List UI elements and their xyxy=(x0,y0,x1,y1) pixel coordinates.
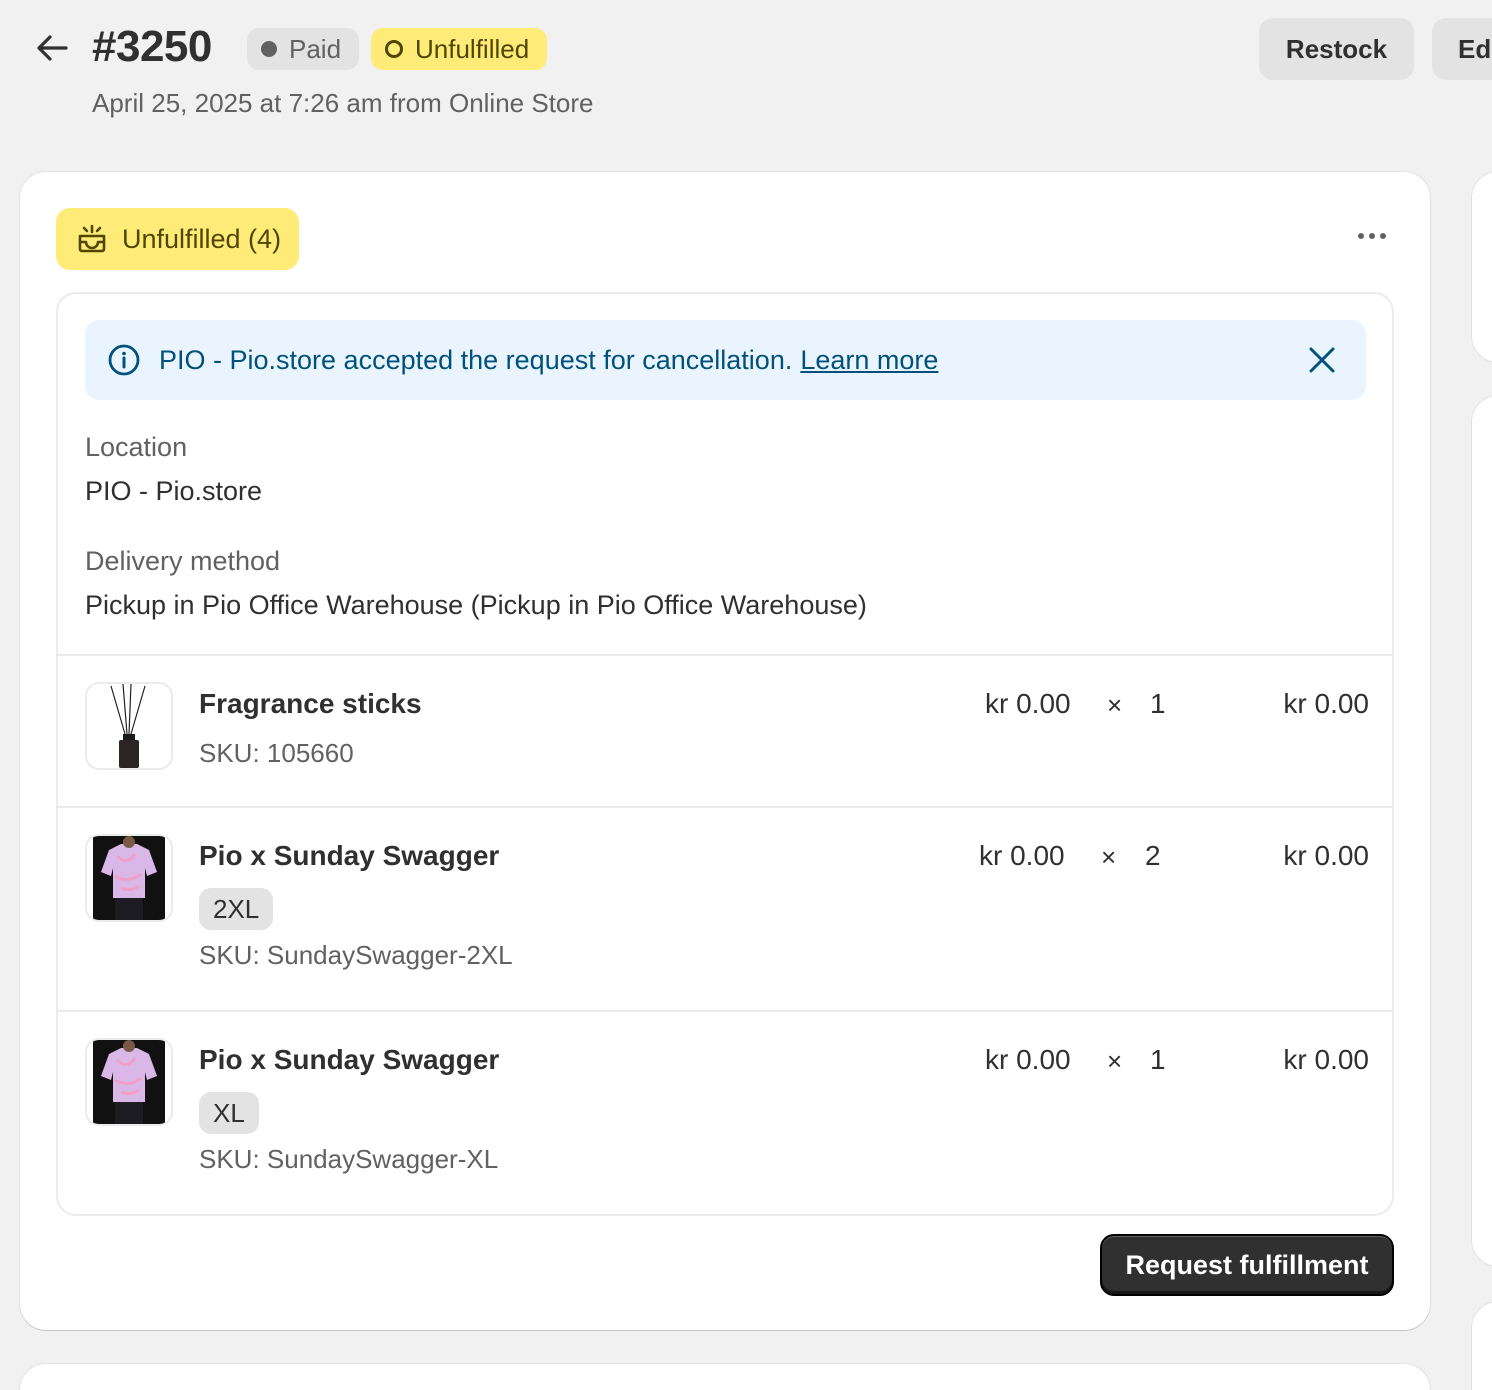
more-horizontal-icon-dot xyxy=(1369,233,1375,239)
delivery-method-value: Pickup in Pio Office Warehouse (Pickup i… xyxy=(85,590,867,620)
banner-text: PIO - Pio.store accepted the request for… xyxy=(159,345,938,376)
order-subtitle: April 25, 2025 at 7:26 am from Online St… xyxy=(92,88,594,118)
order-page: #3250 Paid Unfulfilled April 25, 2025 at… xyxy=(0,0,1492,1390)
multiply-sign: × xyxy=(1101,842,1117,872)
learn-more-link[interactable]: Learn more xyxy=(800,345,938,375)
request-fulfillment-button[interactable]: Request fulfillment xyxy=(1100,1234,1394,1296)
multiply-sign: × xyxy=(1107,1046,1123,1076)
info-banner: PIO - Pio.store accepted the request for… xyxy=(85,320,1366,400)
side-card xyxy=(1472,172,1492,362)
line-total: kr 0.00 xyxy=(1283,688,1369,719)
line-item: Pio x Sunday Swagger 2XL SKU: SundaySwag… xyxy=(58,806,1392,1010)
product-name[interactable]: Fragrance sticks xyxy=(199,688,422,720)
unit-price: kr 0.00 xyxy=(979,840,1065,871)
package-icon xyxy=(78,224,106,253)
fulfillment-status-badge: Unfulfilled xyxy=(371,28,548,70)
close-icon xyxy=(1309,347,1335,373)
product-sku: SKU: SundaySwagger-XL xyxy=(199,1144,499,1174)
unit-price: kr 0.00 xyxy=(985,688,1071,719)
multiply-sign: × xyxy=(1107,690,1123,720)
restock-button[interactable]: Restock xyxy=(1259,18,1414,80)
edit-button[interactable]: Edit xyxy=(1432,18,1492,80)
shirt-product-image xyxy=(93,1040,165,1124)
line-item: Fragrance sticks SKU: 105660 kr 0.00 × 1… xyxy=(58,654,1392,806)
location-label: Location xyxy=(85,432,188,462)
fulfillment-card: Unfulfilled (4) PIO - Pio.store accepted… xyxy=(20,172,1430,1330)
product-name[interactable]: Pio x Sunday Swagger xyxy=(199,840,499,872)
side-card xyxy=(1472,396,1492,1266)
info-icon xyxy=(108,344,140,376)
product-sku: SKU: 105660 xyxy=(199,738,354,768)
product-thumbnail[interactable] xyxy=(85,834,173,922)
product-thumbnail[interactable] xyxy=(85,1038,173,1126)
next-card xyxy=(20,1364,1430,1390)
dismiss-banner-button[interactable] xyxy=(1302,340,1342,380)
location-value: PIO - Pio.store xyxy=(85,476,263,506)
product-thumbnail[interactable] xyxy=(85,682,173,770)
quantity: 2 xyxy=(1145,840,1161,871)
fragrance-sticks-image xyxy=(110,684,146,768)
unit-price: kr 0.00 xyxy=(985,1044,1071,1075)
more-horizontal-icon xyxy=(1358,233,1364,239)
back-button[interactable] xyxy=(30,28,74,68)
status-ring-icon xyxy=(385,40,403,58)
line-total: kr 0.00 xyxy=(1283,840,1369,871)
product-sku: SKU: SundaySwagger-2XL xyxy=(199,940,513,970)
side-card xyxy=(1472,1302,1492,1390)
shirt-product-image xyxy=(93,836,165,920)
status-dot-icon xyxy=(261,41,277,57)
product-name[interactable]: Pio x Sunday Swagger xyxy=(199,1044,499,1076)
variant-badge: 2XL xyxy=(199,888,274,930)
unfulfilled-status-pill: Unfulfilled (4) xyxy=(56,208,300,270)
payment-status-badge: Paid xyxy=(247,28,360,70)
page-title: #3250 xyxy=(92,22,212,71)
line-item: Pio x Sunday Swagger XL SKU: SundaySwagg… xyxy=(58,1010,1392,1214)
line-total: kr 0.00 xyxy=(1283,1044,1369,1075)
fulfillment-status-label: Unfulfilled xyxy=(415,33,530,64)
quantity: 1 xyxy=(1150,1044,1166,1075)
more-actions-button[interactable] xyxy=(1350,216,1394,256)
variant-badge: XL xyxy=(199,1092,259,1134)
more-horizontal-icon-dot xyxy=(1380,233,1386,239)
banner-message: PIO - Pio.store accepted the request for… xyxy=(159,344,793,375)
payment-status-label: Paid xyxy=(289,33,342,64)
delivery-method-label: Delivery method xyxy=(85,546,281,576)
unfulfilled-status-label: Unfulfilled (4) xyxy=(122,223,282,254)
arrow-left-icon xyxy=(37,35,68,61)
quantity: 1 xyxy=(1150,688,1166,719)
fulfillment-details: PIO - Pio.store accepted the request for… xyxy=(56,292,1394,1216)
